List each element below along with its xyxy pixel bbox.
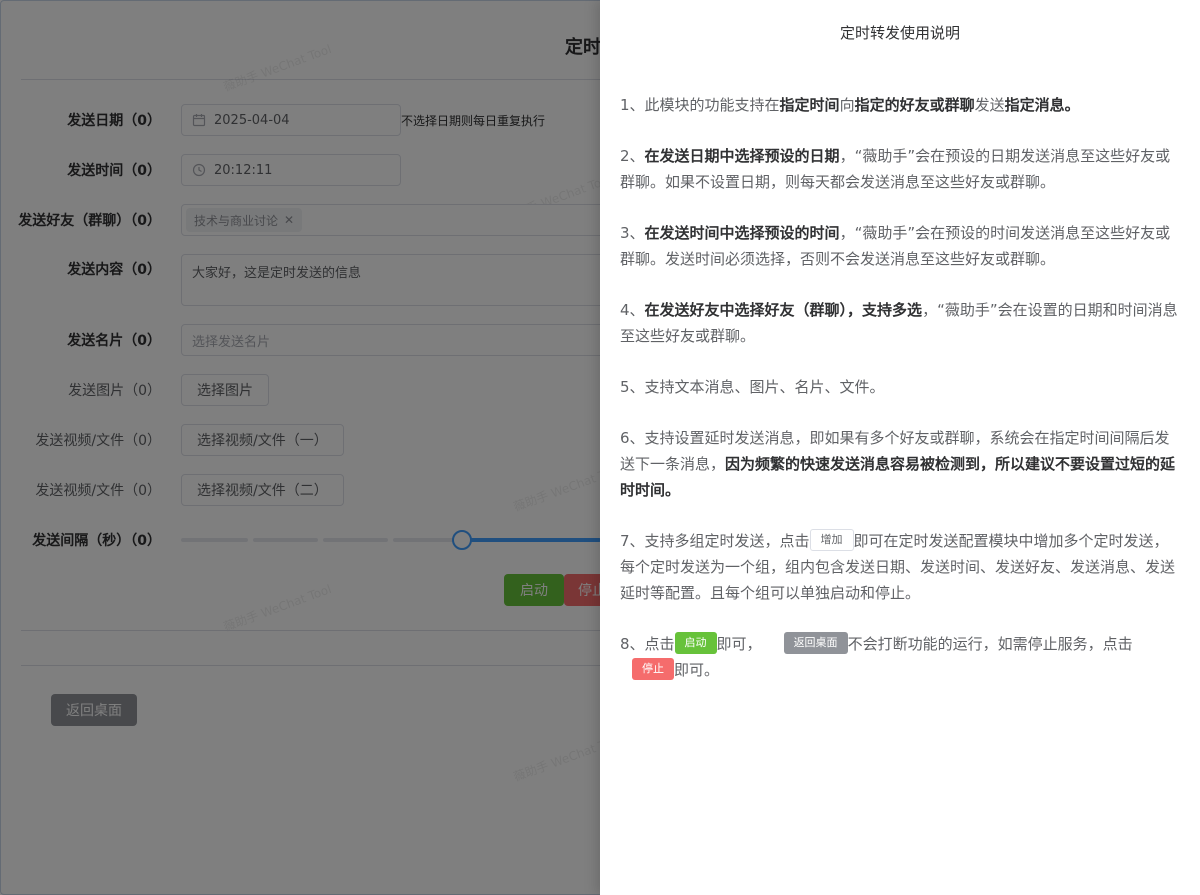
help-drawer: 定时转发使用说明 1、此模块的功能支持在指定时间向指定的好友或群聊发送指定消息。… bbox=[600, 0, 1200, 895]
add-button-sample: 增加 bbox=[809, 528, 854, 551]
stop-button-sample: 停止 bbox=[632, 657, 674, 680]
help-paragraph-8: 8、点击 启动 即可， 返回桌面 不会打断功能的运行，如需停止服务，点击停止 即可。 bbox=[620, 631, 1182, 683]
help-paragraph-1: 1、此模块的功能支持在指定时间向指定的好友或群聊发送指定消息。 bbox=[620, 96, 1080, 114]
help-paragraph-3: 3、在发送时间中选择预设的时间，“薇助手”会在预设的时间发送消息至这些好友或群聊… bbox=[620, 224, 1171, 268]
start-button-sample: 启动 bbox=[674, 631, 717, 654]
desktop-button-sample: 返回桌面 bbox=[783, 631, 848, 654]
help-paragraph-7: 7、支持多组定时发送，点击 增加 即可在定时发送配置模块中增加多个定时发送，每个定时… bbox=[620, 528, 1182, 606]
help-paragraph-4: 4、在发送好友中选择好友（群聊），支持多选，“薇助手”会在设置的日期和时间消息至… bbox=[620, 301, 1178, 345]
help-paragraph-6: 6、支持设置延时发送消息，即如果有多个好友或群聊，系统会在指定时间间隔后发送下一… bbox=[620, 429, 1176, 499]
drawer-title: 定时转发使用说明 bbox=[839, 24, 960, 42]
help-paragraph-2: 2、在发送日期中选择预设的日期，“薇助手”会在预设的日期发送消息至这些好友或群聊… bbox=[620, 147, 1171, 191]
help-paragraph-5: 5、支持文本消息、图片、名片、文件。 bbox=[620, 378, 885, 396]
